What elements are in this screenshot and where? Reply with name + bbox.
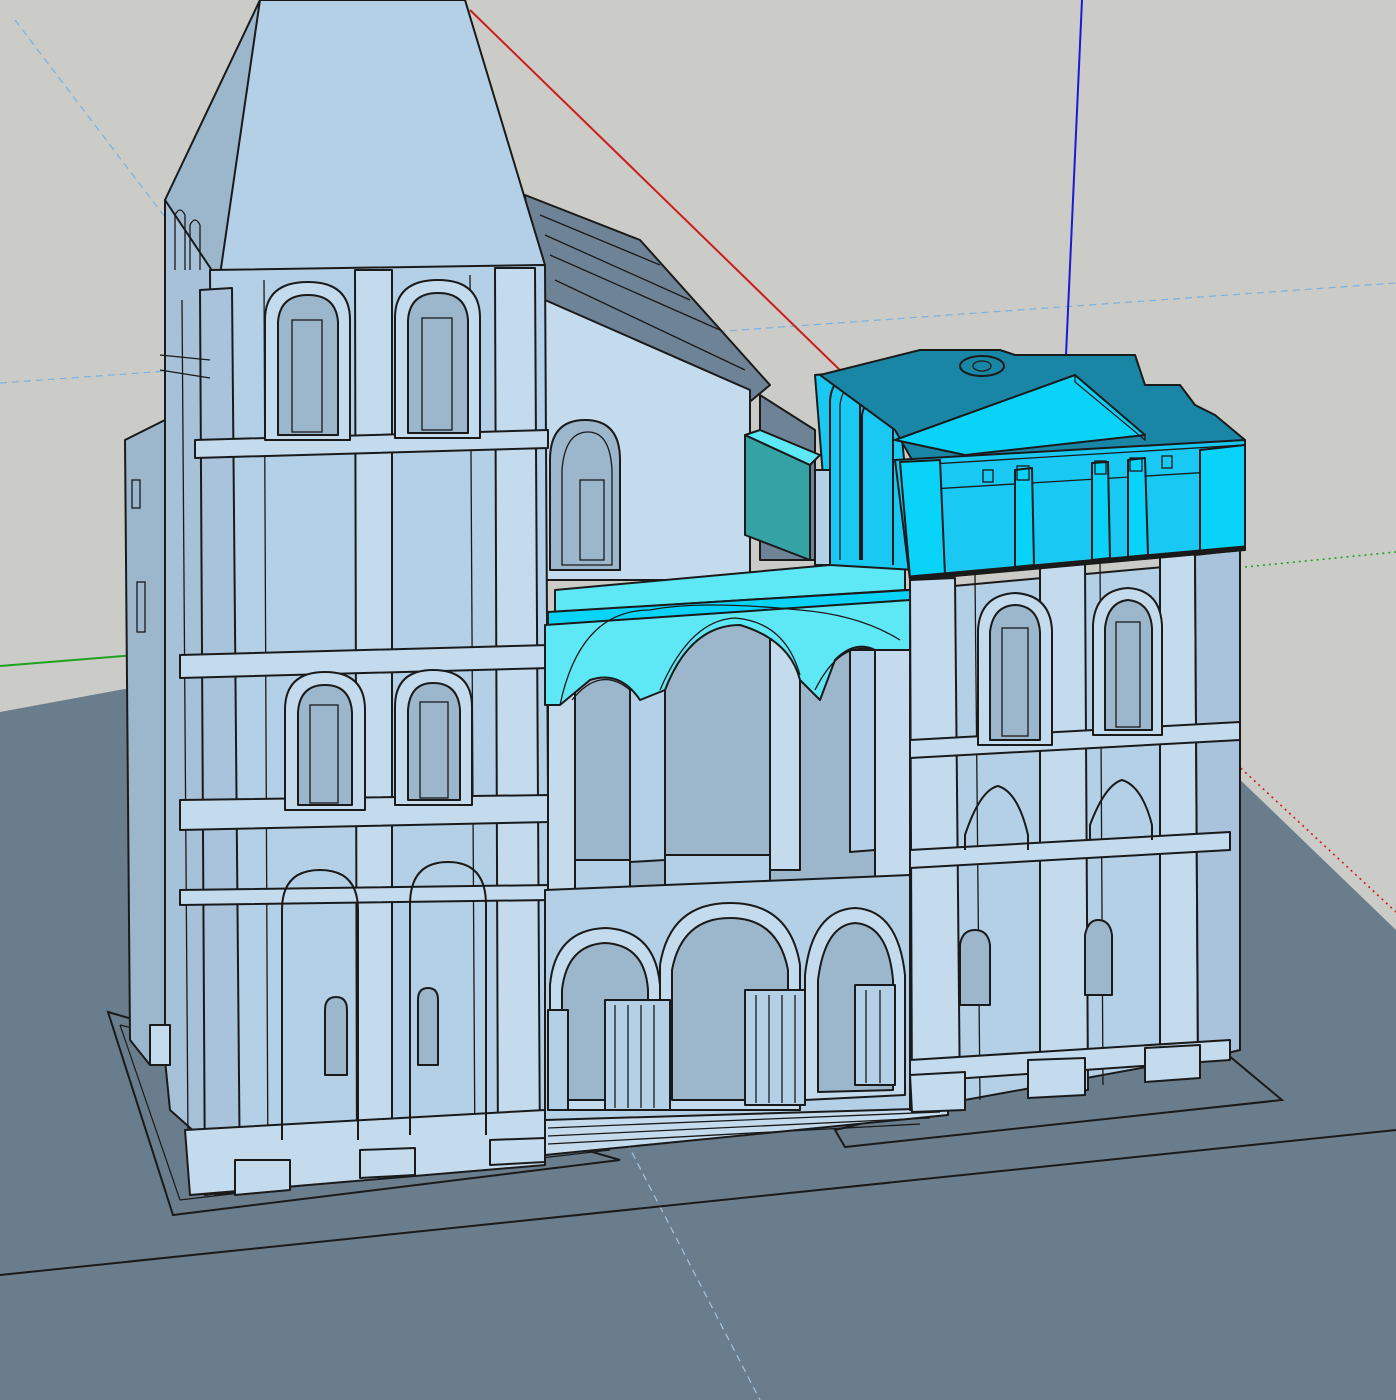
left-tower[interactable] [124, 0, 551, 1196]
model-scene[interactable] [0, 0, 1396, 1400]
stair-turret-hole [959, 355, 1005, 377]
portal-arches [549, 902, 906, 1111]
back-wall-arch-window [549, 419, 621, 571]
right-tower-top[interactable] [814, 349, 1246, 581]
left-tower-side-wall [124, 419, 166, 1066]
right-tower[interactable] [909, 549, 1241, 1113]
model-viewport[interactable] [0, 0, 1396, 1400]
